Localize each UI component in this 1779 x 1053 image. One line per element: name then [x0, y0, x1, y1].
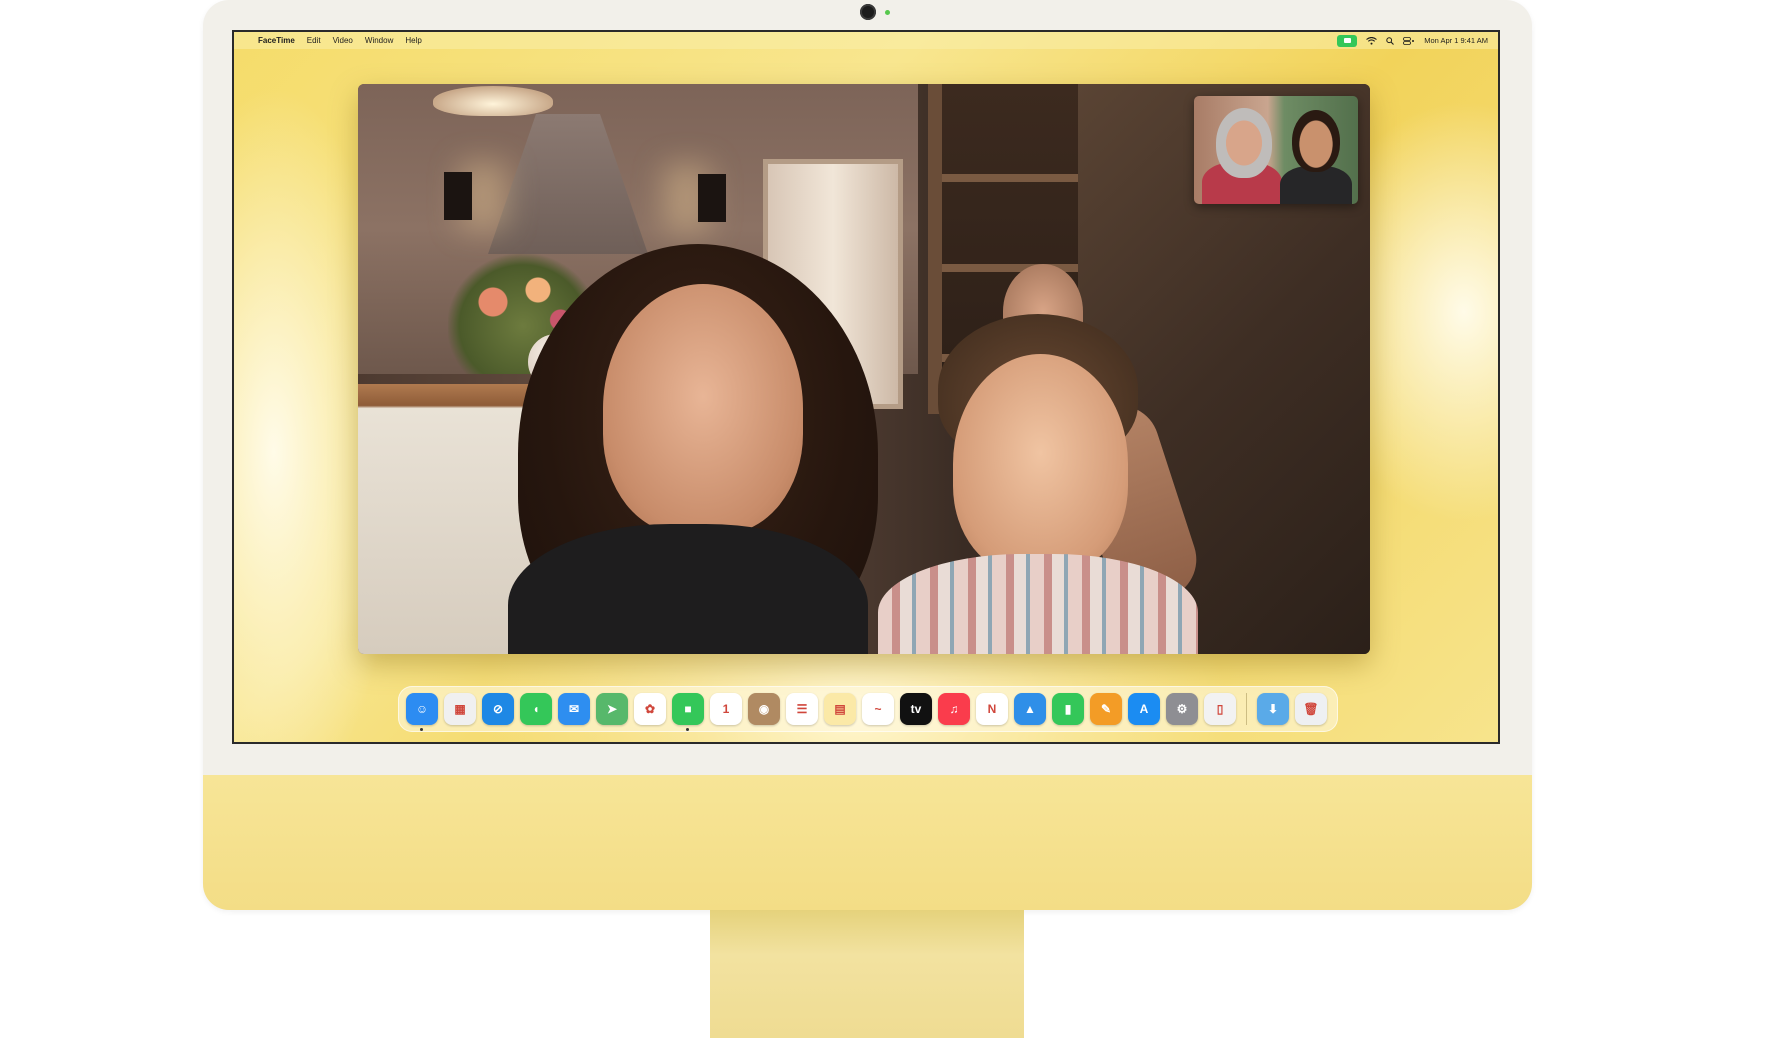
appletv-icon[interactable]: tv — [900, 693, 932, 725]
dock-separator — [1246, 693, 1247, 725]
safari-icon[interactable]: ⊘ — [482, 693, 514, 725]
facetime-status-icon[interactable] — [1337, 34, 1358, 47]
control-center-icon[interactable] — [1403, 36, 1415, 45]
camera-indicator-light — [885, 10, 890, 15]
news-icon[interactable]: N — [976, 693, 1008, 725]
menu-edit[interactable]: Edit — [307, 36, 321, 45]
dock: ☺ ▦ ⊘ ◖ ✉ ➤ ✿ ■ 1 ◉ ☰ ▤ ~ tv ♫ N ▲ ▮ ✎ A ⚙ ▯ ⬇ 🗑 — [398, 686, 1338, 732]
calendar-icon[interactable]: 1 — [710, 693, 742, 725]
contacts-icon[interactable]: ◉ — [748, 693, 780, 725]
camera-icon — [860, 4, 876, 20]
facetime-self-view-tile[interactable] — [1194, 96, 1358, 204]
mail-icon[interactable]: ✉ — [558, 693, 590, 725]
keynote-icon[interactable]: ▲ — [1014, 693, 1046, 725]
menu-window[interactable]: Window — [365, 36, 393, 45]
menu-app-name[interactable]: FaceTime — [258, 36, 295, 45]
wifi-icon[interactable] — [1366, 36, 1378, 45]
menu-help[interactable]: Help — [405, 36, 421, 45]
downloads-folder-icon[interactable]: ⬇ — [1257, 693, 1289, 725]
settings-icon[interactable]: ⚙ — [1166, 693, 1198, 725]
photos-icon[interactable]: ✿ — [634, 693, 666, 725]
imac-stand — [710, 910, 1024, 1038]
spotlight-search-icon[interactable] — [1386, 36, 1395, 45]
trash-icon[interactable]: 🗑 — [1295, 693, 1327, 725]
launchpad-icon[interactable]: ▦ — [444, 693, 476, 725]
appstore-icon[interactable]: A — [1128, 693, 1160, 725]
facetime-icon[interactable]: ■ — [672, 693, 704, 731]
music-icon[interactable]: ♫ — [938, 693, 970, 725]
facetime-video-main[interactable] — [358, 84, 1370, 654]
iphone-mirroring-icon[interactable]: ▯ — [1204, 693, 1236, 725]
menu-video[interactable]: Video — [333, 36, 353, 45]
freeform-icon[interactable]: ~ — [862, 693, 894, 725]
notes-icon[interactable]: ▤ — [824, 693, 856, 725]
finder-icon[interactable]: ☺ — [406, 693, 438, 731]
desktop-screen: FaceTime Edit Video Window Help Mon Apr … — [232, 30, 1500, 744]
numbers-icon[interactable]: ▮ — [1052, 693, 1084, 725]
menu-bar: FaceTime Edit Video Window Help Mon Apr … — [234, 32, 1498, 49]
messages-icon[interactable]: ◖ — [520, 693, 552, 725]
maps-icon[interactable]: ➤ — [596, 693, 628, 725]
imac-chin — [203, 775, 1532, 910]
reminders-icon[interactable]: ☰ — [786, 693, 818, 725]
pages-icon[interactable]: ✎ — [1090, 693, 1122, 725]
menu-clock[interactable]: Mon Apr 1 9:41 AM — [1424, 36, 1488, 45]
